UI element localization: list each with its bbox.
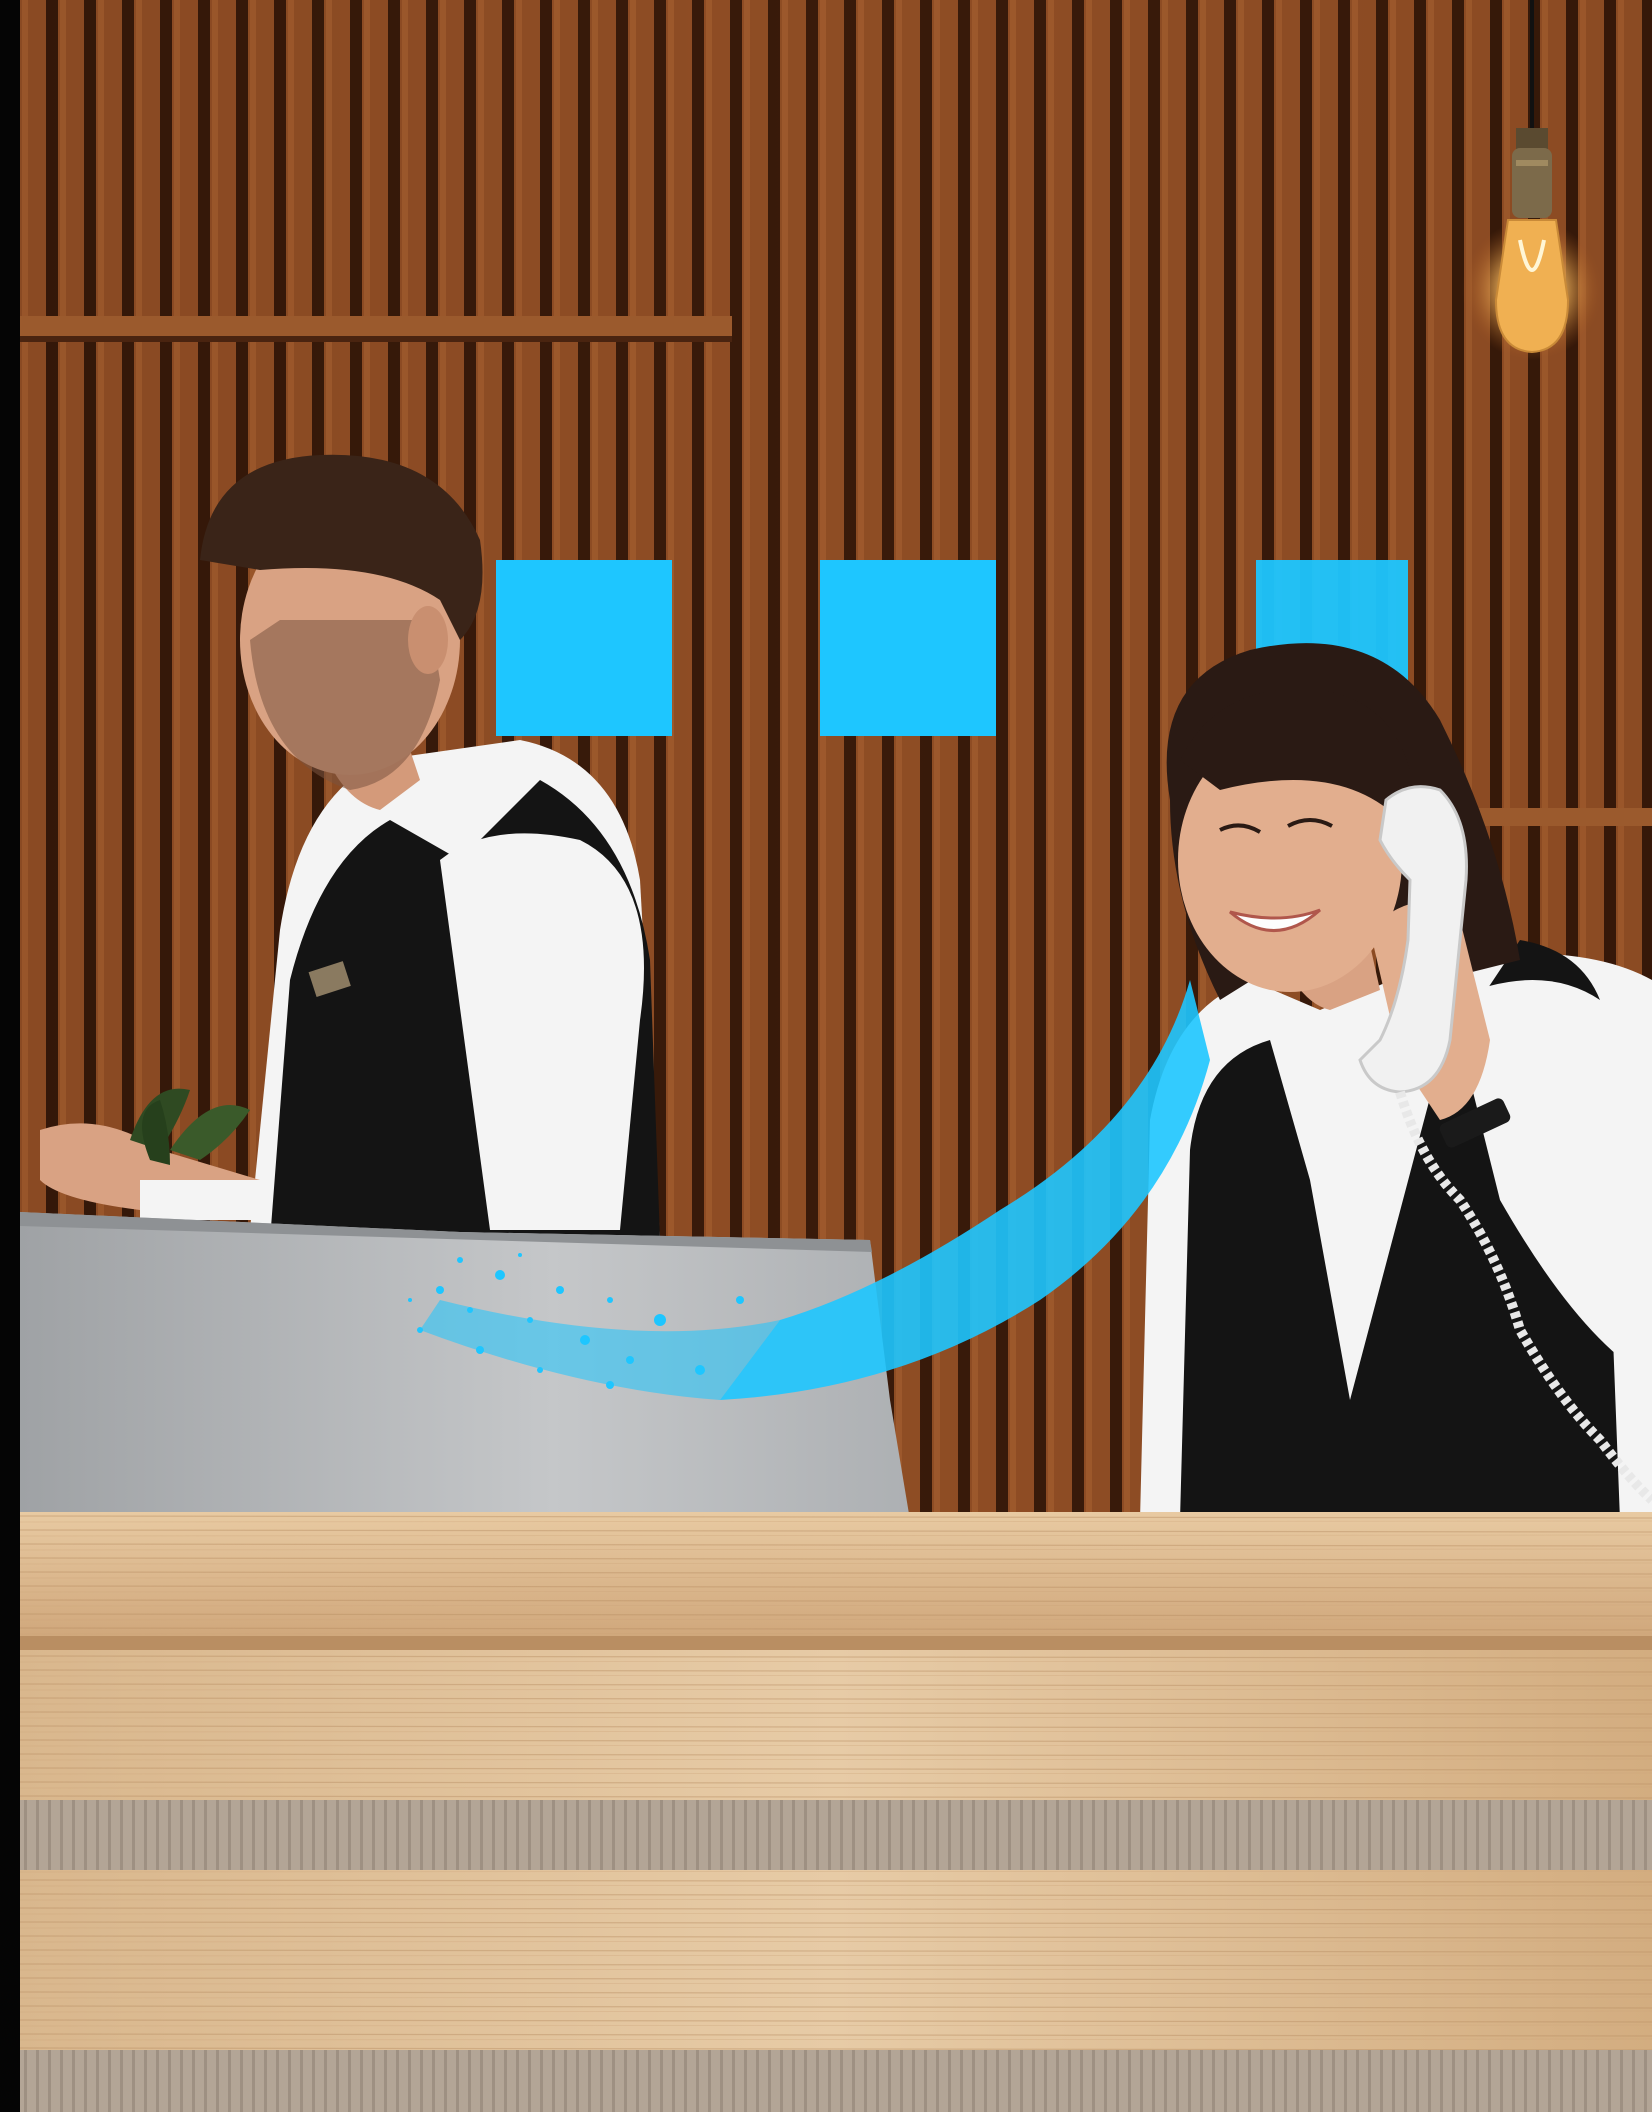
left-black-border — [0, 0, 20, 2112]
accent-square-1 — [496, 560, 672, 736]
reception-desk — [20, 1512, 1652, 2112]
reception-scene — [20, 0, 1652, 2112]
photo-canvas — [0, 0, 1652, 2112]
accent-square-2 — [820, 560, 996, 736]
